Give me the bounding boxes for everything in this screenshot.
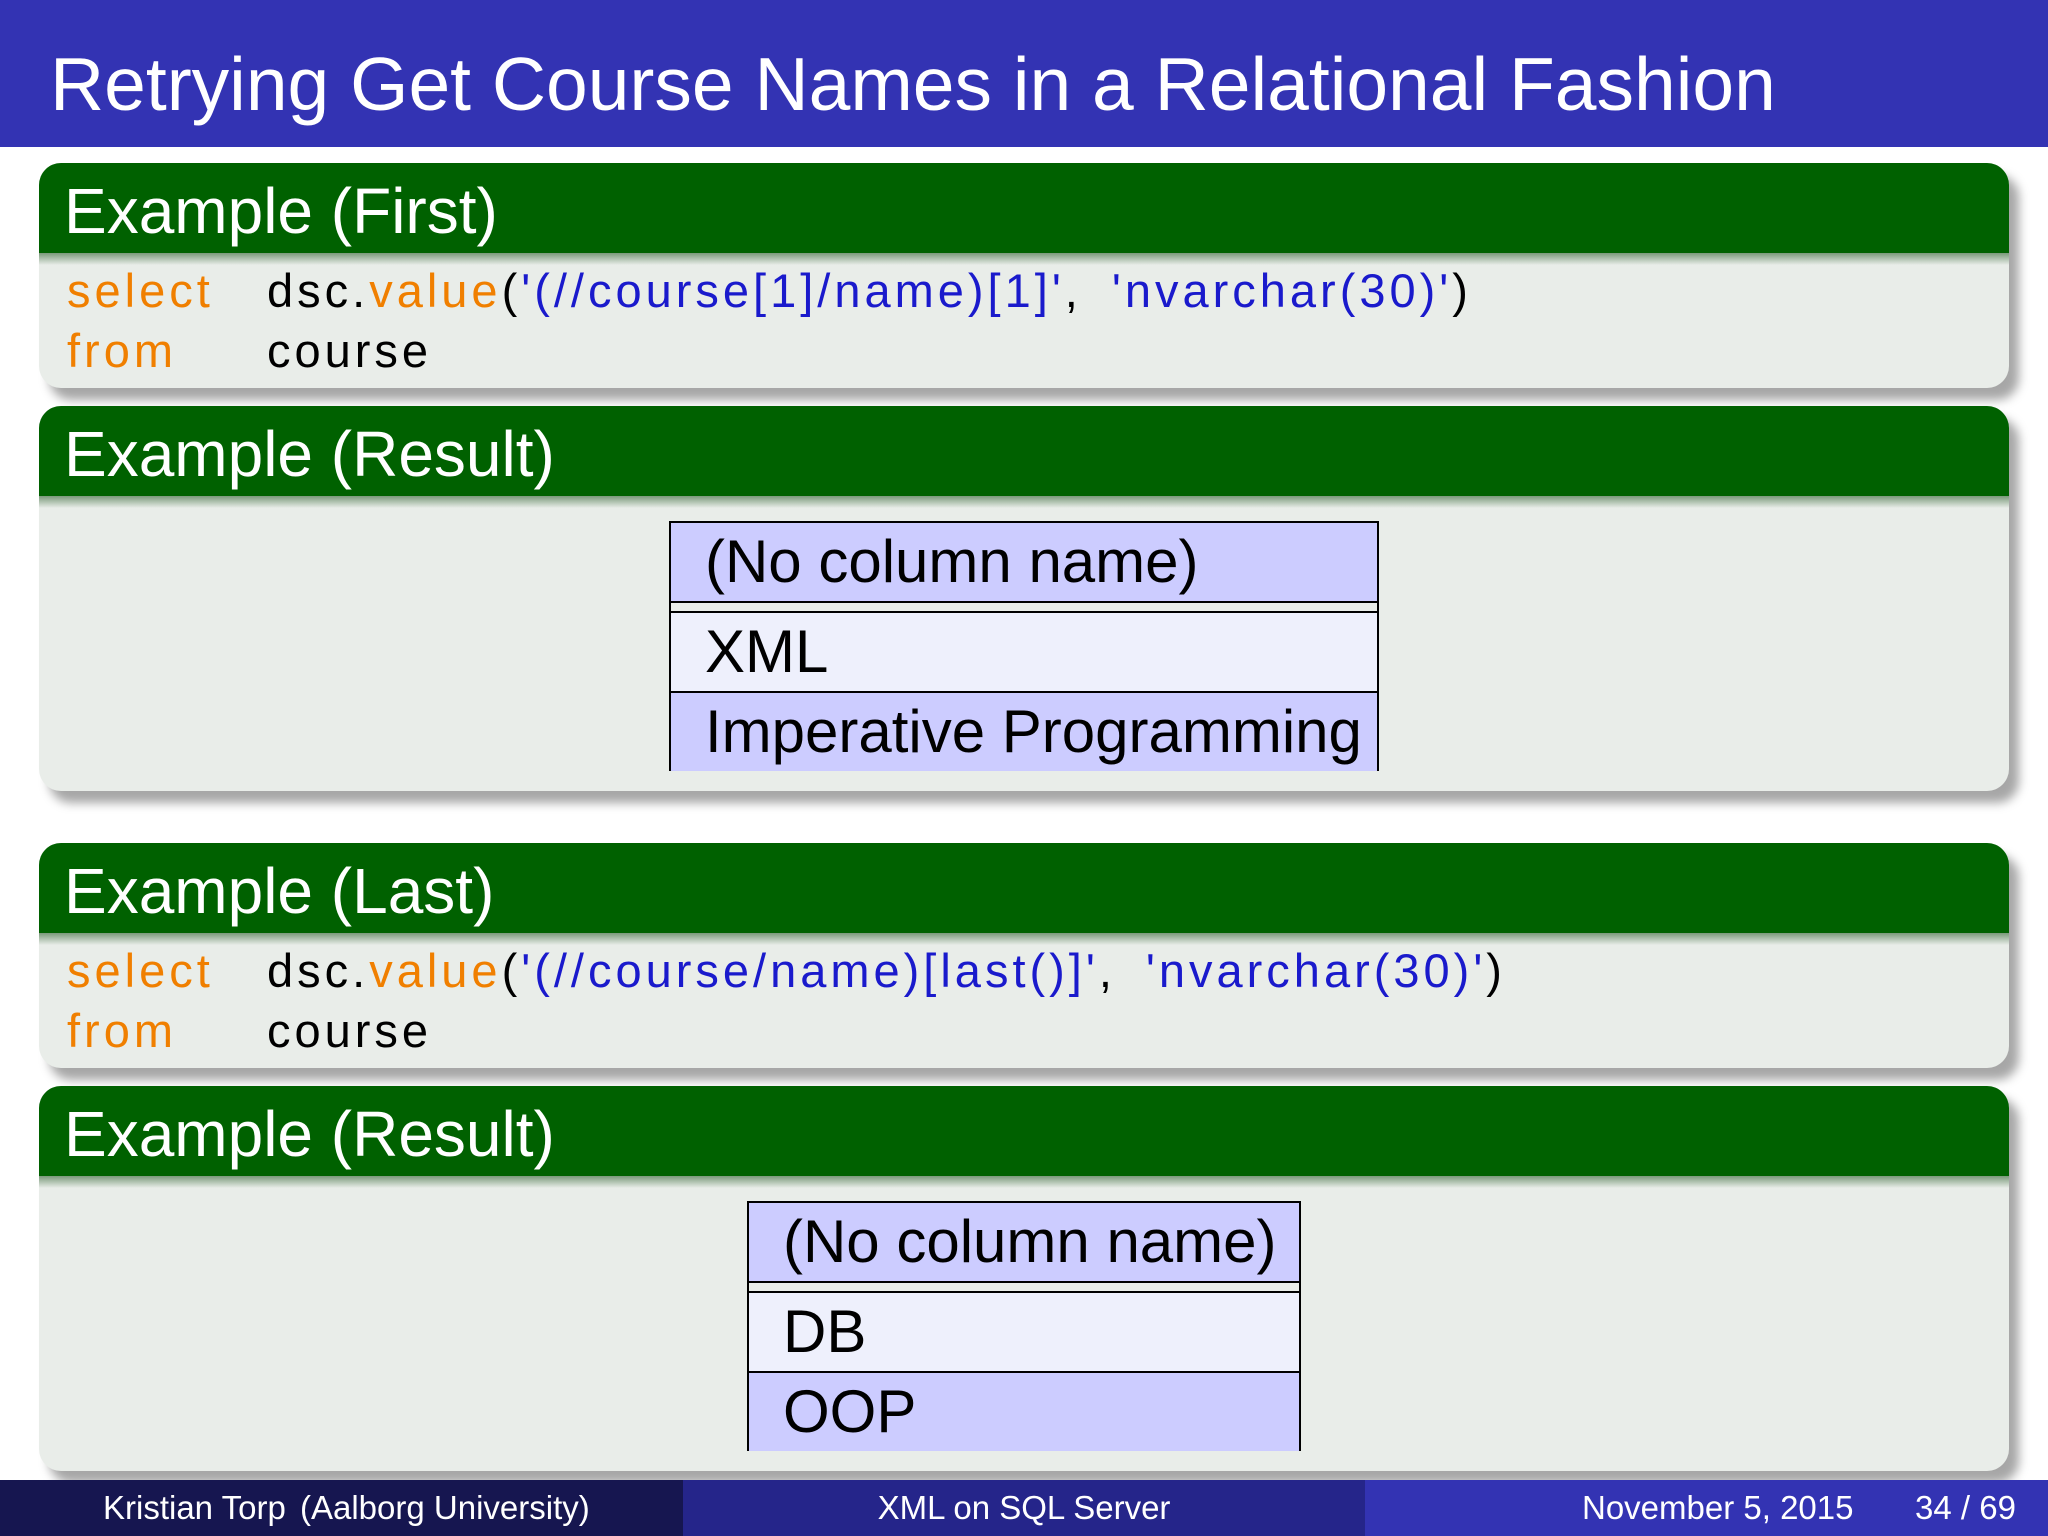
code-identifier: dsc. [267, 264, 370, 317]
code-string-xpath: '(//course[1]/name)[1]' [521, 264, 1065, 317]
keyword-select: select [67, 944, 214, 997]
code-string-xpath: '(//course/name)[last()]' [521, 944, 1099, 997]
footer-author-section: Kristian Torp (Aalborg University) [0, 1480, 683, 1536]
result-table-2-row: OOP [749, 1373, 1299, 1451]
result-table-2: (No column name) DB OOP [747, 1201, 1301, 1451]
example-first-block: Example (First) select dsc.value('(//cour… [39, 163, 2009, 388]
code-table-name: course [267, 1004, 433, 1057]
keyword-select: select [67, 264, 214, 317]
result-table-1-header: (No column name) [671, 523, 1377, 601]
footer-institution: (Aalborg University) [300, 1489, 590, 1526]
table-divider [671, 601, 1377, 603]
table-divider [749, 1281, 1299, 1283]
code-string-type: 'nvarchar(30)' [1145, 944, 1487, 997]
code-comma: , [1098, 944, 1116, 997]
footer-date-section: November 5, 2015 34 / 69 [1365, 1480, 2048, 1536]
example-result-header-1: Example (Result) [39, 406, 2009, 508]
example-result-header-2: Example (Result) [39, 1086, 2009, 1188]
example-result-title-1: Example (Result) [64, 418, 555, 490]
example-last-block: Example (Last) select dsc.value('(//cours… [39, 843, 2009, 1068]
code-line-from: from course [67, 323, 432, 379]
footer-page-number: 34 / 69 [1915, 1489, 2016, 1526]
code-paren-open: ( [501, 944, 522, 997]
table-divider [749, 1291, 1299, 1293]
code-comma: , [1064, 264, 1082, 317]
footer-author: Kristian Torp [103, 1489, 286, 1526]
code-function: value [369, 264, 502, 317]
result-table-1: (No column name) XML Imperative Programm… [669, 521, 1379, 771]
keyword-from: from [67, 1004, 177, 1057]
example-first-header: Example (First) [39, 163, 2009, 265]
example-last-title: Example (Last) [64, 855, 495, 927]
example-last-header: Example (Last) [39, 843, 2009, 945]
slide-title: Retrying Get Course Names in a Relationa… [50, 42, 1776, 126]
keyword-from: from [67, 324, 177, 377]
footer-topic: XML on SQL Server [877, 1489, 1171, 1526]
result-table-1-row: XML [671, 613, 1377, 691]
example-result-block-1: Example (Result) (No column name) XML Im… [39, 406, 2009, 791]
footer-date: November 5, 2015 [1582, 1489, 1854, 1526]
code-function: value [369, 944, 502, 997]
example-first-title: Example (First) [64, 175, 498, 247]
slide-footer: Kristian Torp (Aalborg University) XML o… [0, 1480, 2048, 1536]
footer-topic-section: XML on SQL Server [683, 1480, 1365, 1536]
result-table-2-header: (No column name) [749, 1203, 1299, 1281]
code-line-from: from course [67, 1003, 432, 1059]
code-line-select: select dsc.value('(//course[1]/name)[1]',… [67, 263, 1472, 319]
example-result-block-2: Example (Result) (No column name) DB OOP [39, 1086, 2009, 1471]
example-result-title-2: Example (Result) [64, 1098, 555, 1170]
code-paren-open: ( [501, 264, 522, 317]
code-string-type: 'nvarchar(30)' [1111, 264, 1453, 317]
slide-title-bar: Retrying Get Course Names in a Relationa… [0, 0, 2048, 147]
code-identifier: dsc. [267, 944, 370, 997]
table-divider [671, 611, 1377, 613]
code-paren-close: ) [1486, 944, 1506, 997]
result-table-2-row: DB [749, 1293, 1299, 1371]
code-line-select: select dsc.value('(//course/name)[last()]… [67, 943, 1506, 999]
result-table-1-row: Imperative Programming [671, 693, 1377, 771]
code-table-name: course [267, 324, 433, 377]
code-paren-close: ) [1452, 264, 1472, 317]
